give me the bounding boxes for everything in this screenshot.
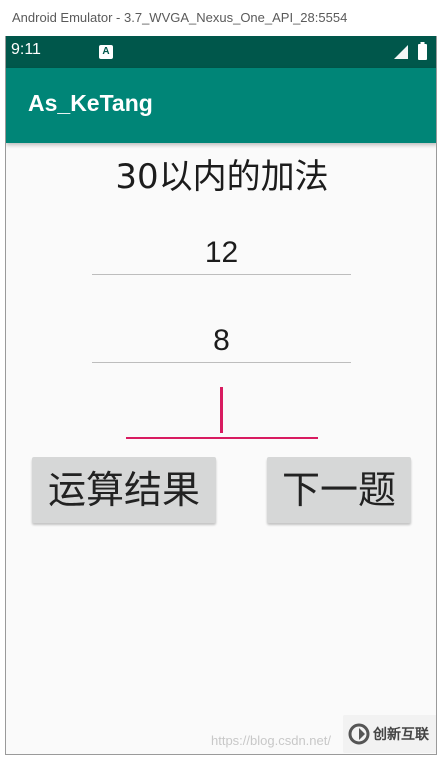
- logo-mark-icon: [348, 723, 370, 745]
- logo-text: 创新互联: [373, 727, 429, 743]
- operand2-field[interactable]: [92, 319, 351, 363]
- a-letter-icon: A: [99, 45, 113, 59]
- watermark-url: https://blog.csdn.net/: [211, 733, 331, 748]
- window-title: Android Emulator - 3.7_WVGA_Nexus_One_AP…: [0, 0, 442, 36]
- watermark-logo: 创新互联: [343, 715, 436, 753]
- signal-icon: [394, 45, 408, 59]
- next-question-button[interactable]: 下一题: [267, 457, 411, 523]
- status-bar: 9:11 A: [6, 36, 436, 68]
- app-bar: As_KeTang: [6, 68, 436, 143]
- page-title: 30以内的加法: [115, 157, 329, 197]
- app-title: As_KeTang: [28, 90, 153, 116]
- operand1-field[interactable]: [92, 231, 351, 275]
- calculate-result-button[interactable]: 运算结果: [32, 457, 216, 523]
- battery-icon: [418, 42, 427, 60]
- device-screen: 9:11 A As_KeTang 30以内的加法 运算结果 下一题 https:…: [5, 36, 437, 755]
- status-time: 9:11: [11, 41, 41, 58]
- text-cursor: [220, 387, 223, 433]
